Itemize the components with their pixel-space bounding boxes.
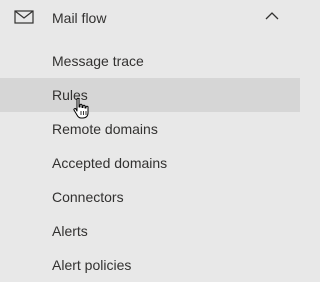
nav-item-label: Rules	[52, 87, 88, 103]
nav-item-connectors[interactable]: Connectors	[0, 180, 300, 214]
nav-item-label: Message trace	[52, 53, 144, 69]
nav-item-alerts[interactable]: Alerts	[0, 214, 300, 248]
nav-item-label: Remote domains	[52, 121, 158, 137]
nav-item-message-trace[interactable]: Message trace	[0, 44, 300, 78]
nav-item-label: Connectors	[52, 189, 124, 205]
nav-item-rules[interactable]: Rules	[0, 78, 300, 112]
nav-item-label: Alerts	[52, 223, 88, 239]
nav-item-label: Alert policies	[52, 257, 132, 273]
nav-item-remote-domains[interactable]: Remote domains	[0, 112, 300, 146]
nav-item-alert-policies[interactable]: Alert policies	[0, 248, 300, 282]
mail-flow-submenu: Message trace Rules Remote domains Accep…	[0, 44, 300, 282]
section-title: Mail flow	[52, 10, 107, 26]
nav-item-label: Accepted domains	[52, 155, 168, 171]
navigation-panel: Mail flow Message trace Rules Remote dom…	[0, 0, 300, 282]
mail-icon	[14, 10, 34, 24]
chevron-up-icon[interactable]	[264, 10, 280, 22]
nav-item-accepted-domains[interactable]: Accepted domains	[0, 146, 300, 180]
mail-flow-section-header[interactable]: Mail flow	[0, 0, 300, 36]
